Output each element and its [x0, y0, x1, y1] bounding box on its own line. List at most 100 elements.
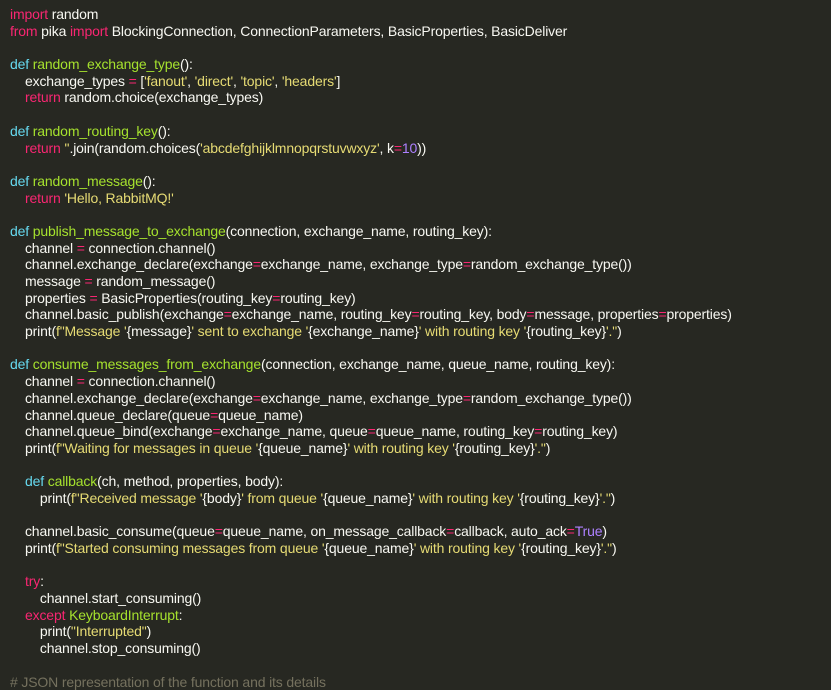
code-token-str: '."	[535, 440, 546, 456]
code-token-str: 'direct'	[195, 73, 233, 89]
code-editor[interactable]: import randomfrom pika import BlockingCo…	[0, 0, 831, 676]
code-token-plain: {body}	[202, 490, 241, 506]
code-token-def: def	[10, 56, 29, 72]
code-token-str: f"Message '	[56, 323, 127, 339]
code-token-plain: (connection, exchange_name, routing_key)…	[226, 223, 492, 239]
code-token-plain: (connection, exchange_name, queue_name, …	[261, 356, 615, 372]
code-line: channel.queue_declare(queue=queue_name)	[10, 407, 831, 424]
code-token-plain: message, properties	[534, 306, 658, 322]
code-token-plain: channel.basic_publish(exchange	[10, 306, 224, 322]
code-line: channel.stop_consuming()	[10, 640, 831, 657]
code-token-plain: exchange_types	[10, 73, 129, 89]
code-token-str: 'abcdefghijklmnopqrstuvwxyz'	[200, 140, 379, 156]
code-line: def random_routing_key():	[10, 123, 831, 140]
code-token-def: def	[25, 473, 44, 489]
code-line	[10, 507, 831, 524]
code-token-def: def	[10, 356, 29, 372]
code-token-plain	[10, 607, 25, 623]
code-line	[10, 206, 831, 223]
code-token-plain: random_exchange_type())	[471, 390, 632, 406]
code-token-fn: callback	[48, 473, 97, 489]
code-line: except KeyboardInterrupt:	[10, 607, 831, 624]
code-token-op: =	[84, 273, 92, 289]
code-token-plain: :	[179, 607, 183, 623]
code-line: channel = connection.channel()	[10, 240, 831, 257]
code-line	[10, 106, 831, 123]
code-token-kw: import	[10, 6, 48, 22]
code-line: print("Interrupted")	[10, 623, 831, 640]
code-token-plain: random_message()	[93, 273, 216, 289]
code-line: def publish_message_to_exchange(connecti…	[10, 223, 831, 240]
code-line: channel.queue_bind(exchange=exchange_nam…	[10, 423, 831, 440]
code-token-str: f"Started consuming messages from queue …	[56, 540, 324, 556]
code-line: return ''.join(random.choices('abcdefghi…	[10, 140, 831, 157]
code-token-plain: channel.stop_consuming()	[10, 640, 201, 656]
code-token-plain: random	[48, 6, 98, 22]
code-token-kw: except	[25, 607, 65, 623]
code-token-plain: ():	[158, 123, 171, 139]
code-token-fn: random_message	[33, 173, 143, 189]
code-token-plain: queue_name, on_message_callback	[223, 523, 446, 539]
code-token-plain: , k	[379, 140, 393, 156]
code-token-str: 'fanout'	[144, 73, 187, 89]
code-token-plain: exchange_name, queue	[220, 423, 367, 439]
code-token-plain: )	[611, 490, 616, 506]
code-token-kw: import	[70, 23, 108, 39]
code-line: def callback(ch, method, properties, bod…	[10, 473, 831, 490]
code-token-def: def	[10, 173, 29, 189]
code-line: properties = BasicProperties(routing_key…	[10, 290, 831, 307]
code-token-op: =	[77, 373, 85, 389]
code-token-fn: consume_messages_from_exchange	[33, 356, 261, 372]
code-token-plain: {queue_name}	[324, 540, 413, 556]
code-token-plain	[10, 190, 25, 206]
code-line: channel = connection.channel()	[10, 373, 831, 390]
code-token-plain: )	[612, 540, 617, 556]
code-token-plain: [	[137, 73, 144, 89]
code-token-num: 10	[402, 140, 417, 156]
code-token-str: 'topic'	[241, 73, 275, 89]
code-token-plain: pika	[37, 23, 70, 39]
code-token-plain: random.choice(exchange_types)	[61, 89, 264, 105]
code-token-op: =	[446, 523, 454, 539]
code-token-plain: )	[147, 623, 152, 639]
code-token-plain: .join(random.choices(	[69, 140, 200, 156]
code-token-op: =	[89, 290, 97, 306]
code-token-fn: random_exchange_type	[33, 56, 180, 72]
code-token-op: =	[253, 390, 261, 406]
code-token-plain: {queue_name}	[323, 490, 412, 506]
code-token-plain: {queue_name}	[258, 440, 347, 456]
code-token-str: ' with routing key '	[412, 490, 519, 506]
code-line: exchange_types = ['fanout', 'direct', 't…	[10, 73, 831, 90]
code-token-plain: properties	[10, 290, 89, 306]
code-token-plain	[10, 89, 25, 105]
code-token-op: =	[215, 523, 223, 539]
code-line: import random	[10, 6, 831, 23]
code-token-fn: random_routing_key	[33, 123, 158, 139]
code-token-str: '."	[600, 490, 611, 506]
code-token-kw: from	[10, 23, 37, 39]
code-token-plain	[10, 573, 25, 589]
code-token-plain: queue_name)	[218, 407, 303, 423]
code-token-plain: print(	[10, 323, 56, 339]
code-token-plain: connection.channel()	[85, 240, 216, 256]
code-line: print(f"Received message '{body}' from q…	[10, 490, 831, 507]
code-token-plain: {routing_key}	[521, 540, 601, 556]
code-line	[10, 39, 831, 56]
code-token-kw: return	[25, 140, 61, 156]
code-token-plain: channel.basic_consume(queue	[10, 523, 215, 539]
code-token-plain: BlockingConnection, ConnectionParameters…	[108, 23, 567, 39]
code-token-str: ' sent to exchange '	[191, 323, 308, 339]
code-token-plain: ,	[274, 73, 281, 89]
code-token-plain: ))	[417, 140, 426, 156]
code-token-op: =	[394, 140, 402, 156]
code-token-plain: {routing_key}	[455, 440, 535, 456]
code-token-plain: routing_key, body	[419, 306, 526, 322]
code-line: message = random_message()	[10, 273, 831, 290]
code-token-str: f"Received message '	[71, 490, 202, 506]
code-line: return 'Hello, RabbitMQ!'	[10, 190, 831, 207]
code-line: def consume_messages_from_exchange(conne…	[10, 356, 831, 373]
code-token-str: 'Hello, RabbitMQ!'	[64, 190, 173, 206]
code-token-op: =	[463, 256, 471, 272]
code-token-plain: )	[617, 323, 622, 339]
code-line: channel.exchange_declare(exchange=exchan…	[10, 256, 831, 273]
